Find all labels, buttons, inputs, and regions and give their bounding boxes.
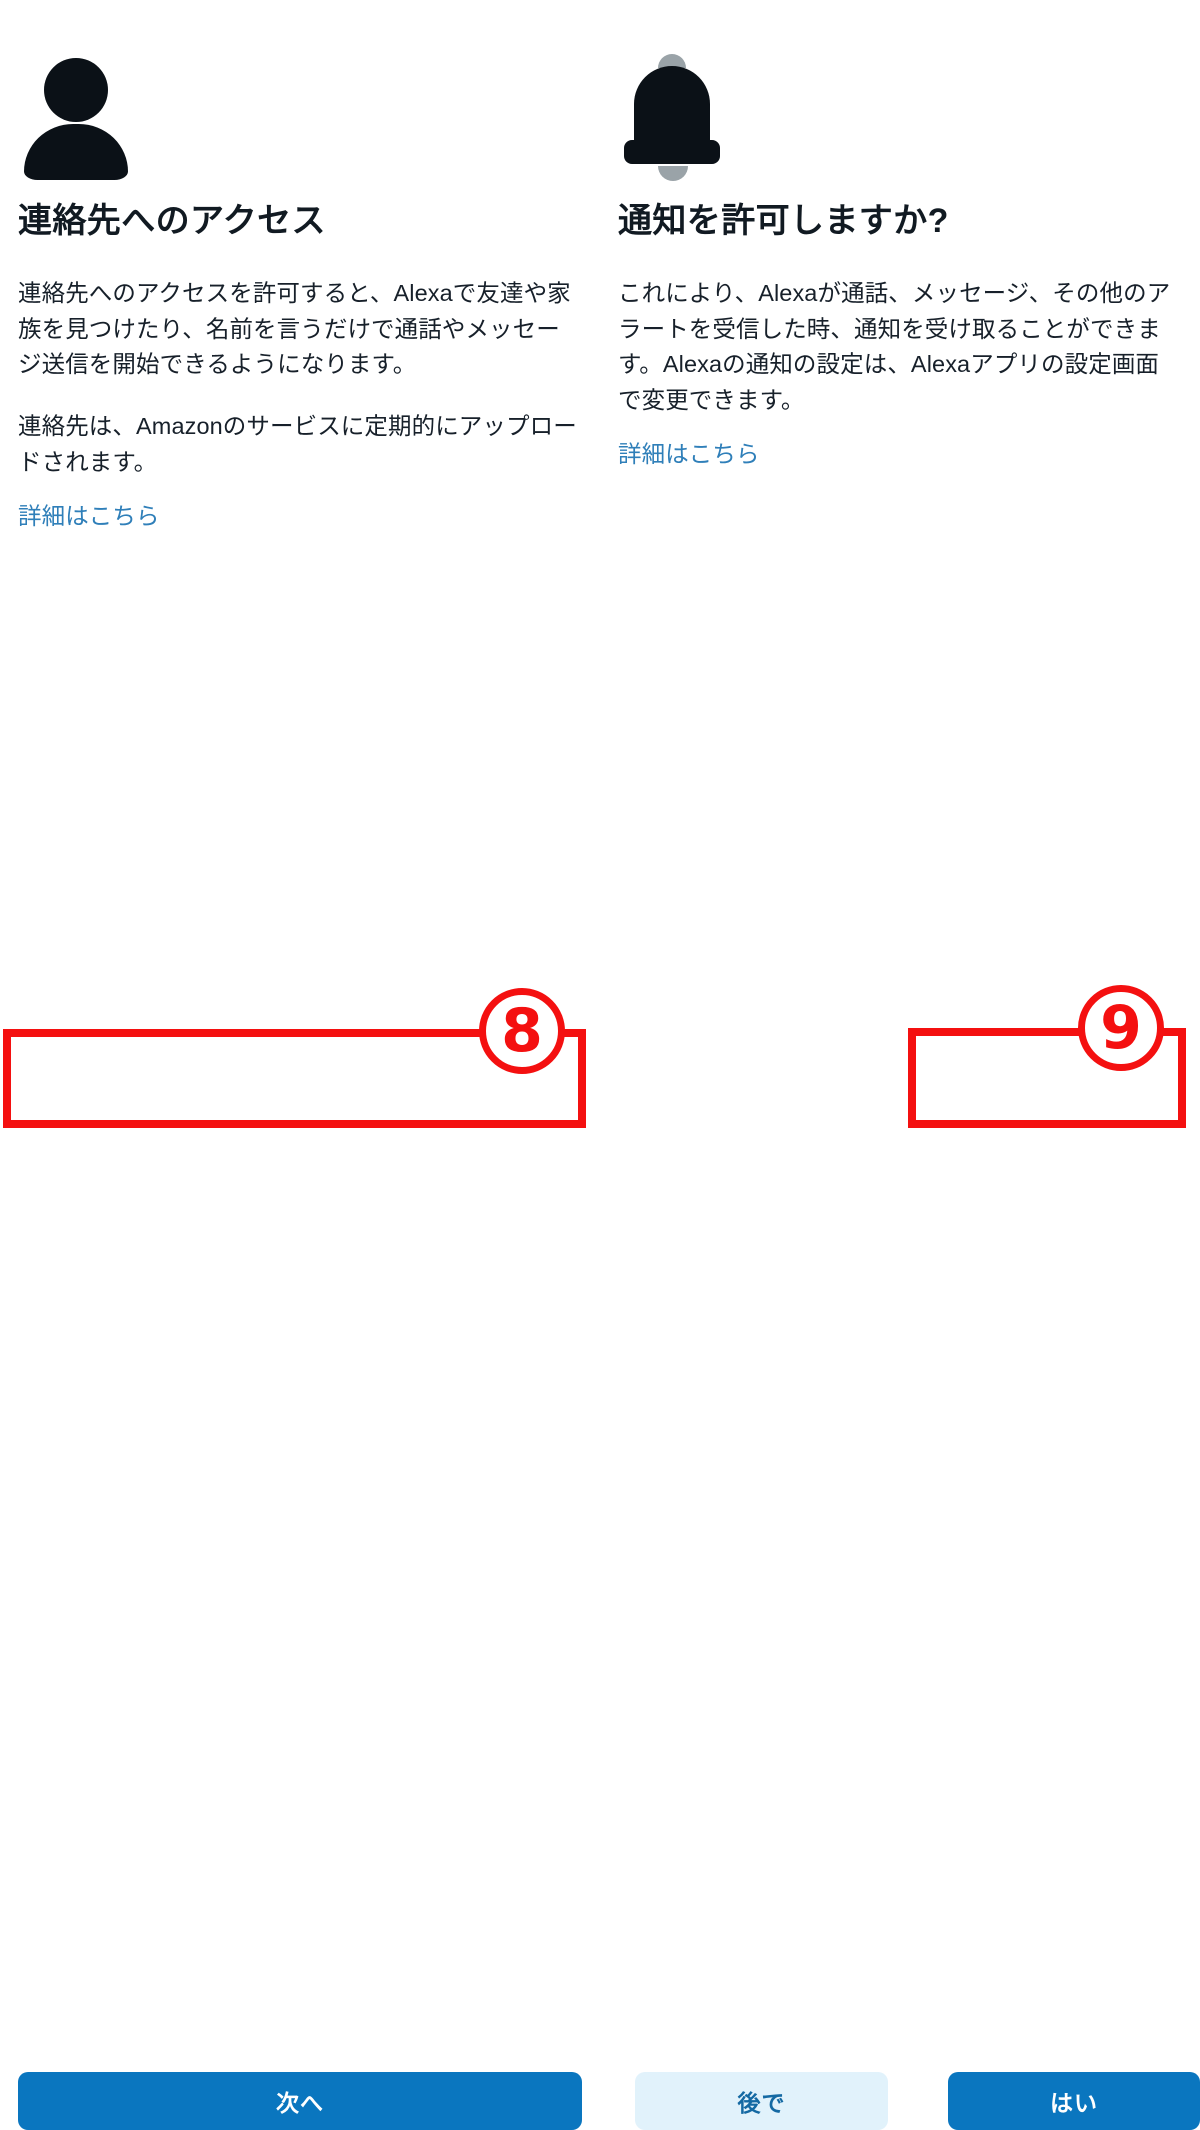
bell-icon-clapper (658, 166, 688, 181)
contacts-link-row: 詳細はこちら (18, 495, 582, 534)
screens-container: 連絡先へのアクセス 連絡先へのアクセスを許可すると、Alexaで友達や家族を見つ… (0, 0, 1200, 2130)
person-icon-body (24, 124, 128, 180)
yes-button[interactable]: はい (948, 2072, 1200, 2130)
contacts-paragraph-1: 連絡先へのアクセスを許可すると、Alexaで友達や家族を見つけたり、名前を言うだ… (18, 280, 571, 378)
screen-contacts-permission: 連絡先へのアクセス 連絡先へのアクセスを許可すると、Alexaで友達や家族を見つ… (0, 0, 600, 2130)
person-icon (18, 52, 158, 184)
contacts-body-text: 連絡先へのアクセスを許可すると、Alexaで友達や家族を見つけたり、名前を言うだ… (18, 276, 582, 534)
notifications-page-title: 通知を許可しますか? (618, 202, 949, 240)
notifications-link-row: 詳細はこちら (618, 433, 1182, 472)
contacts-paragraph-2: 連絡先は、Amazonのサービスに定期的にアップロードされます。 (18, 413, 577, 475)
bell-icon-glyph (618, 52, 738, 184)
contacts-learn-more-link[interactable]: 詳細はこちら (18, 499, 160, 534)
contacts-page-title: 連絡先へのアクセス (18, 202, 326, 240)
later-button[interactable]: 後で (635, 2072, 888, 2130)
person-icon-head (44, 58, 108, 122)
next-button[interactable]: 次へ (18, 2072, 582, 2130)
notifications-panel-content: 通知を許可しますか? これにより、Alexaが通話、メッセージ、その他のアラート… (618, 0, 1200, 2130)
contacts-panel-content: 連絡先へのアクセス 連絡先へのアクセスを許可すると、Alexaで友達や家族を見つ… (18, 0, 582, 2130)
notifications-learn-more-link[interactable]: 詳細はこちら (618, 437, 760, 472)
bell-icon-base (624, 140, 720, 164)
notifications-body-text: これにより、Alexaが通話、メッセージ、その他のアラートを受信した時、通知を受… (618, 276, 1182, 472)
screen-notifications-permission: 通知を許可しますか? これにより、Alexaが通話、メッセージ、その他のアラート… (600, 0, 1200, 2130)
contacts-footer: 次へ (18, 1020, 582, 2130)
bell-icon (618, 52, 758, 184)
notifications-footer: 後で はい (618, 1020, 1200, 2130)
person-icon-glyph (18, 52, 138, 182)
notifications-paragraph-1: これにより、Alexaが通話、メッセージ、その他のアラートを受信した時、通知を受… (618, 280, 1171, 414)
